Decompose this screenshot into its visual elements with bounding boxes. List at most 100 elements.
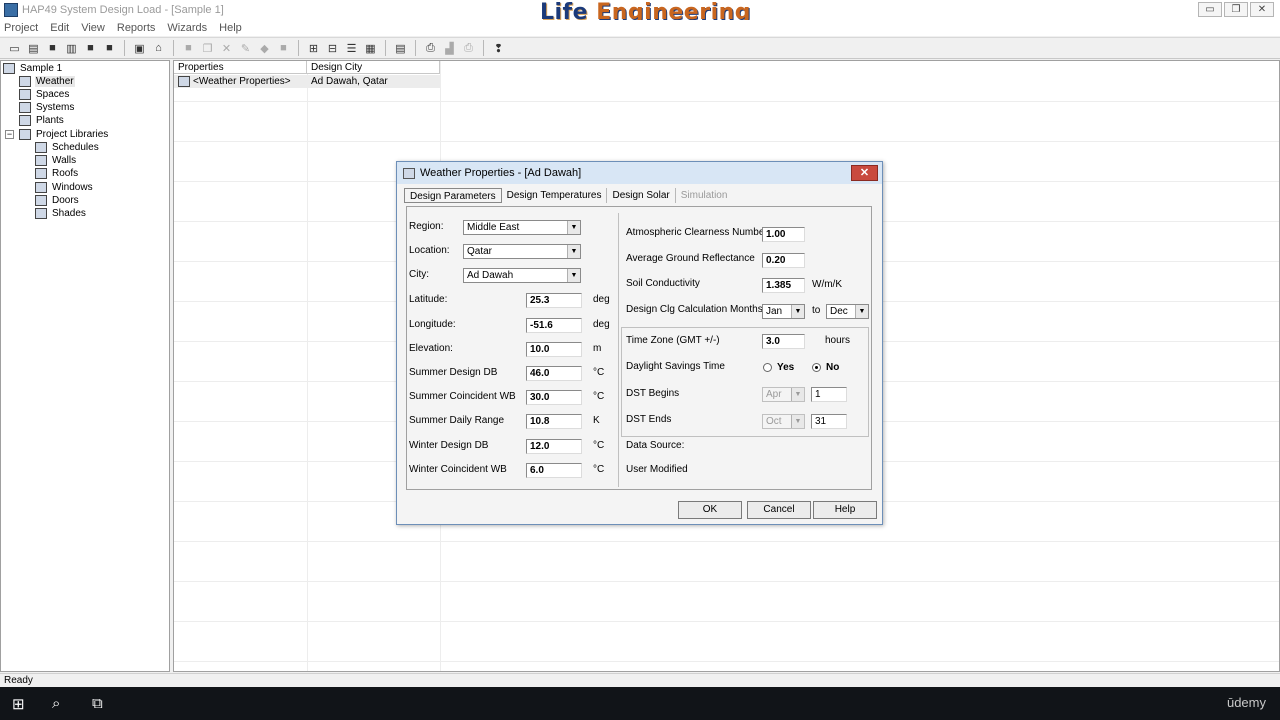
dialog-close-button[interactable]: ✕ xyxy=(851,165,878,181)
save-icon[interactable]: ■ xyxy=(44,40,61,57)
dialog-title-bar: Weather Properties - [Ad Dawah] ✕ xyxy=(397,162,882,184)
maximize-button[interactable]: ❐ xyxy=(1224,2,1248,17)
search-icon[interactable]: ⌕ xyxy=(52,695,60,712)
elevation-field[interactable]: 10.0 xyxy=(526,342,582,357)
chevron-down-icon[interactable]: ▼ xyxy=(791,415,804,428)
tree-item-shades[interactable]: Shades xyxy=(35,207,87,220)
print-icon[interactable]: ⎙ xyxy=(422,40,439,57)
menu-wizards[interactable]: Wizards xyxy=(167,22,207,34)
winter-coincident-wb-field[interactable]: 6.0 xyxy=(526,463,582,478)
properties-icon[interactable]: ◆ xyxy=(256,40,273,57)
task-view-icon[interactable]: ⧉ xyxy=(92,695,103,712)
open-book-icon[interactable]: ▥ xyxy=(63,40,80,57)
location-select[interactable]: Qatar ▼ xyxy=(463,244,581,259)
design-months-from-select[interactable]: Jan ▼ xyxy=(762,304,805,319)
cancel-button[interactable]: Cancel xyxy=(747,501,811,519)
list-row-weather-properties[interactable]: <Weather Properties> Ad Dawah, Qatar xyxy=(174,75,440,88)
tree-item-plants[interactable]: Plants xyxy=(19,114,65,127)
design-months-label: Design Clg Calculation Months xyxy=(626,304,763,315)
tree-item-windows[interactable]: Windows xyxy=(35,181,94,194)
dst-begins-day-field[interactable]: 1 xyxy=(811,387,847,402)
home-icon[interactable]: ⌂ xyxy=(150,40,167,57)
design-months-to-select[interactable]: Dec ▼ xyxy=(826,304,869,319)
dst-ends-day-field[interactable]: 31 xyxy=(811,414,847,429)
chevron-down-icon[interactable]: ▼ xyxy=(567,245,580,258)
calculator-icon[interactable]: ▤ xyxy=(392,40,409,57)
chevron-down-icon[interactable]: ▼ xyxy=(791,305,804,318)
open-folder-icon[interactable]: ▤ xyxy=(25,40,42,57)
tree-item-schedules[interactable]: Schedules xyxy=(35,141,100,154)
region-select[interactable]: Middle East ▼ xyxy=(463,220,581,235)
tree-item-roofs[interactable]: Roofs xyxy=(35,167,79,180)
schedules-icon xyxy=(35,142,47,153)
tree-item-weather[interactable]: Weather xyxy=(19,75,75,88)
soil-conductivity-field[interactable]: 1.385 xyxy=(762,278,805,293)
report-chart-icon[interactable]: ▟ xyxy=(441,40,458,57)
latitude-field[interactable]: 25.3 xyxy=(526,293,582,308)
duplicate-icon[interactable]: ■ xyxy=(275,40,292,57)
tree-item-spaces[interactable]: Spaces xyxy=(19,88,70,101)
tab-design-temperatures[interactable]: Design Temperatures xyxy=(502,188,608,203)
ground-reflectance-field[interactable]: 0.20 xyxy=(762,253,805,268)
toolbar-separator xyxy=(173,40,174,56)
copy-icon[interactable]: ❐ xyxy=(199,40,216,57)
dst-yes-radio[interactable]: Yes xyxy=(763,362,794,373)
chevron-down-icon[interactable]: ▼ xyxy=(791,388,804,401)
save-as-icon[interactable]: ■ xyxy=(82,40,99,57)
tree-item-systems[interactable]: Systems xyxy=(19,101,75,114)
column-header-properties[interactable]: Properties xyxy=(174,61,307,74)
grid-line xyxy=(174,141,1279,142)
tree-item-project-libraries[interactable]: Project Libraries xyxy=(19,128,109,141)
dst-ends-month-select[interactable]: Oct ▼ xyxy=(762,414,805,429)
chevron-down-icon[interactable]: ▼ xyxy=(855,305,868,318)
close-window-button[interactable]: ✕ xyxy=(1250,2,1274,17)
time-zone-field[interactable]: 3.0 xyxy=(762,334,805,349)
printer-icon[interactable]: ⎙ xyxy=(460,40,477,57)
menu-reports[interactable]: Reports xyxy=(117,22,156,34)
chevron-down-icon[interactable]: ▼ xyxy=(567,221,580,234)
soil-conductivity-unit: W/m/K xyxy=(812,279,842,290)
city-select[interactable]: Ad Dawah ▼ xyxy=(463,268,581,283)
large-icons-icon[interactable]: ⊞ xyxy=(305,40,322,57)
tree-item-walls[interactable]: Walls xyxy=(35,154,77,167)
summer-coincident-wb-field[interactable]: 30.0 xyxy=(526,390,582,405)
atmospheric-clearness-field[interactable]: 1.00 xyxy=(762,227,805,242)
windows-start-icon[interactable]: ⊞ xyxy=(12,695,25,713)
project-book-icon xyxy=(3,63,15,74)
delete-icon[interactable]: ✕ xyxy=(218,40,235,57)
menu-view[interactable]: View xyxy=(81,22,105,34)
menu-help[interactable]: Help xyxy=(219,22,242,34)
minimize-button[interactable]: ▭ xyxy=(1198,2,1222,17)
dst-begins-month-select[interactable]: Apr ▼ xyxy=(762,387,805,402)
soil-conductivity-label: Soil Conductivity xyxy=(626,278,700,289)
chevron-down-icon[interactable]: ▼ xyxy=(567,269,580,282)
summer-design-db-field[interactable]: 46.0 xyxy=(526,366,582,381)
summer-daily-range-field[interactable]: 10.8 xyxy=(526,414,582,429)
list-view-icon[interactable]: ☰ xyxy=(343,40,360,57)
winter-design-db-field[interactable]: 12.0 xyxy=(526,439,582,454)
summer-design-db-label: Summer Design DB xyxy=(409,367,498,378)
small-icons-icon[interactable]: ⊟ xyxy=(324,40,341,57)
chart-icon[interactable]: ▣ xyxy=(131,40,148,57)
tree-root-sample[interactable]: Sample 1 xyxy=(3,62,63,75)
ok-button[interactable]: OK xyxy=(678,501,742,519)
tab-simulation[interactable]: Simulation xyxy=(676,188,733,203)
dst-no-radio[interactable]: No xyxy=(812,362,839,373)
status-bar: Ready xyxy=(0,673,1280,687)
app-icon xyxy=(4,3,18,17)
help-lightbulb-icon[interactable]: ❢ xyxy=(490,40,507,57)
tree-item-doors[interactable]: Doors xyxy=(35,194,80,207)
collapse-toggle-icon[interactable]: − xyxy=(5,130,14,139)
menu-project[interactable]: Project xyxy=(4,22,38,34)
archive-icon[interactable]: ■ xyxy=(101,40,118,57)
edit-icon[interactable]: ✎ xyxy=(237,40,254,57)
menu-edit[interactable]: Edit xyxy=(50,22,69,34)
longitude-field[interactable]: -51.6 xyxy=(526,318,582,333)
help-button[interactable]: Help xyxy=(813,501,877,519)
tab-design-solar[interactable]: Design Solar xyxy=(607,188,676,203)
new-file-icon[interactable]: ▭ xyxy=(6,40,23,57)
tab-design-parameters[interactable]: Design Parameters xyxy=(404,188,502,203)
column-header-design-city[interactable]: Design City xyxy=(307,61,440,74)
cut-icon[interactable]: ■ xyxy=(180,40,197,57)
details-view-icon[interactable]: ▦ xyxy=(362,40,379,57)
